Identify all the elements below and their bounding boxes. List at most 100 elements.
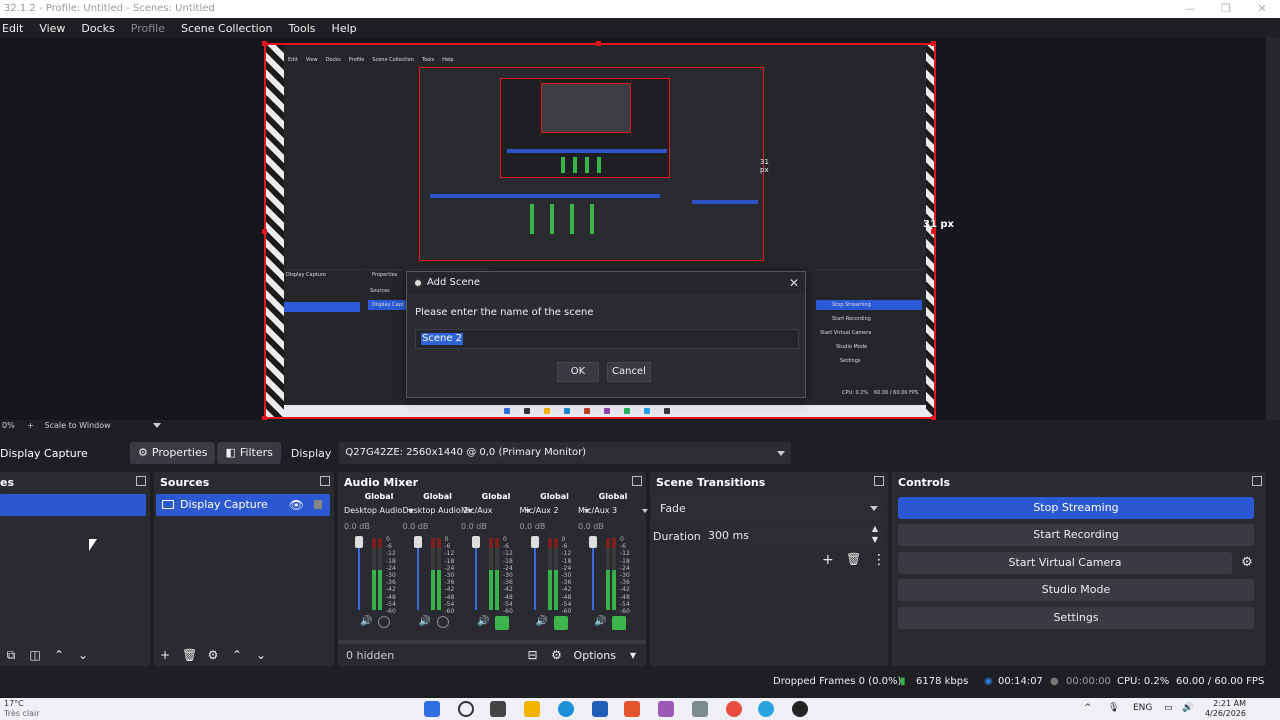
- scale-to-window-label[interactable]: Scale to Window: [45, 421, 111, 430]
- start-virtual-camera-button[interactable]: Start Virtual Camera: [898, 552, 1232, 574]
- language-indicator[interactable]: ENG: [1133, 703, 1152, 713]
- stop-streaming-button[interactable]: Stop Streaming: [898, 497, 1254, 519]
- weather-widget[interactable]: 17°C Très clair: [4, 699, 40, 719]
- speaker-icon[interactable]: 🔊: [477, 616, 489, 630]
- spin-up-icon[interactable]: ▲: [872, 524, 878, 533]
- start-recording-button[interactable]: Start Recording: [898, 524, 1254, 546]
- move-up-icon[interactable]: ⌃: [52, 648, 66, 662]
- speaker-icon[interactable]: 🔊: [360, 616, 372, 628]
- menu-view[interactable]: View: [39, 22, 65, 35]
- close-window-button[interactable]: ✕: [1244, 0, 1280, 18]
- volume-fader[interactable]: [475, 538, 477, 610]
- spin-down-icon[interactable]: ▼: [872, 535, 878, 544]
- source-item[interactable]: Display Capture 👁: [156, 494, 330, 516]
- telegram-icon[interactable]: [758, 701, 774, 717]
- dock-float-icon[interactable]: [1252, 476, 1262, 486]
- mixer-settings-icon[interactable]: ⚙: [550, 648, 564, 662]
- duration-spinbox[interactable]: 300 ms ▲ ▼: [702, 524, 884, 546]
- resize-handle-top-right[interactable]: [931, 41, 936, 46]
- headphones-icon[interactable]: [612, 616, 627, 630]
- properties-button[interactable]: ⚙ Properties: [130, 442, 216, 464]
- system-clock[interactable]: 2:21 AM 4/26/2026: [1205, 699, 1246, 719]
- add-transition-icon[interactable]: +: [822, 552, 834, 568]
- volume-fader-handle[interactable]: [472, 536, 480, 548]
- menu-tools[interactable]: Tools: [288, 22, 315, 35]
- ok-button[interactable]: OK: [557, 362, 599, 382]
- gear-icon[interactable]: ⚙: [206, 648, 220, 662]
- channel-name[interactable]: Mic/Aux 3: [578, 506, 617, 515]
- gear-icon[interactable]: ⚙: [1236, 552, 1258, 574]
- obs-icon[interactable]: [792, 701, 808, 717]
- volume-fader[interactable]: [416, 538, 419, 610]
- brave-icon[interactable]: [624, 701, 640, 717]
- move-up-icon[interactable]: ⌃: [230, 648, 244, 662]
- move-down-icon[interactable]: ⌄: [76, 648, 90, 662]
- filters-button[interactable]: ◧ Filters: [217, 442, 281, 464]
- speaker-icon[interactable]: 🔊: [536, 616, 548, 630]
- volume-fader-handle[interactable]: [413, 536, 422, 548]
- minimize-button[interactable]: —: [1172, 0, 1208, 18]
- resize-handle-top[interactable]: [596, 41, 601, 46]
- chevron-down-icon[interactable]: [642, 509, 648, 513]
- store-icon[interactable]: [592, 701, 608, 717]
- eye-icon[interactable]: 👁: [289, 494, 304, 516]
- scene-name-selected-text[interactable]: Scene 2: [421, 333, 464, 345]
- settings-button[interactable]: Settings: [898, 607, 1254, 629]
- speaker-icon[interactable]: 🔊: [419, 616, 431, 628]
- chrome-icon[interactable]: [726, 701, 742, 717]
- volume-fader[interactable]: [592, 538, 594, 610]
- dock-float-icon[interactable]: [632, 476, 642, 486]
- volume-fader[interactable]: [358, 538, 360, 610]
- speaker-icon[interactable]: 🔊: [594, 616, 606, 630]
- menu-help[interactable]: Help: [332, 22, 357, 35]
- network-icon[interactable]: ▭: [1164, 703, 1173, 713]
- menu-edit[interactable]: Edit: [2, 22, 23, 35]
- channel-name[interactable]: Mic/Aux: [461, 506, 493, 515]
- display-select[interactable]: Q27G42ZE: 2560x1440 @ 0,0 (Primary Monit…: [339, 442, 792, 464]
- scene-name-input[interactable]: [415, 329, 799, 349]
- zoom-in-icon[interactable]: +: [27, 421, 34, 430]
- dock-float-icon[interactable]: [136, 476, 146, 486]
- studio-mode-button[interactable]: Studio Mode: [898, 579, 1254, 601]
- scale-dropdown-icon[interactable]: [153, 423, 162, 428]
- file-explorer-icon[interactable]: [524, 701, 540, 717]
- resize-handle-left[interactable]: [262, 229, 267, 234]
- resize-handle-top-left[interactable]: [262, 41, 267, 46]
- sidebar-icon[interactable]: ◫: [28, 648, 42, 662]
- chevron-down-icon[interactable]: ▾: [626, 648, 640, 662]
- channel-name[interactable]: Desktop Audio: [344, 506, 402, 515]
- microphone-icon[interactable]: 🎙: [1108, 703, 1119, 713]
- volume-icon[interactable]: 🔊: [1182, 703, 1193, 713]
- cancel-button[interactable]: Cancel: [607, 362, 651, 382]
- dock-float-icon[interactable]: [874, 476, 884, 486]
- tray-chevron-icon[interactable]: ^: [1084, 703, 1092, 713]
- more-options-icon[interactable]: ⋮: [872, 552, 886, 568]
- add-icon[interactable]: +: [158, 648, 172, 662]
- filter-icon[interactable]: ⧉: [4, 648, 18, 663]
- headphones-icon[interactable]: [553, 616, 568, 630]
- move-down-icon[interactable]: ⌄: [254, 648, 268, 662]
- options-button[interactable]: Options: [574, 649, 616, 662]
- windows-start-icon[interactable]: [424, 701, 440, 717]
- task-view-icon[interactable]: [490, 701, 506, 717]
- app-icon[interactable]: [658, 701, 674, 717]
- layout-icon[interactable]: ⊟: [526, 648, 540, 662]
- trash-icon[interactable]: 🗑: [182, 648, 197, 662]
- search-icon[interactable]: [458, 701, 474, 717]
- edge-icon[interactable]: [558, 701, 574, 717]
- scene-item[interactable]: [0, 494, 146, 516]
- volume-fader[interactable]: [533, 538, 536, 610]
- dock-float-icon[interactable]: [320, 476, 330, 486]
- menu-profile[interactable]: Profile: [131, 22, 165, 35]
- transition-select[interactable]: Fade: [652, 498, 884, 518]
- menu-docks[interactable]: Docks: [81, 22, 114, 35]
- volume-fader-handle[interactable]: [589, 536, 597, 548]
- channel-name[interactable]: Mic/Aux 2: [520, 506, 559, 515]
- app2-icon[interactable]: [692, 701, 708, 717]
- maximize-button[interactable]: ❐: [1208, 0, 1244, 18]
- menu-scene-collection[interactable]: Scene Collection: [181, 22, 272, 35]
- headphones-icon[interactable]: [436, 616, 449, 628]
- volume-fader-handle[interactable]: [530, 536, 539, 548]
- headphones-icon[interactable]: [378, 616, 391, 628]
- headphones-icon[interactable]: [495, 616, 510, 630]
